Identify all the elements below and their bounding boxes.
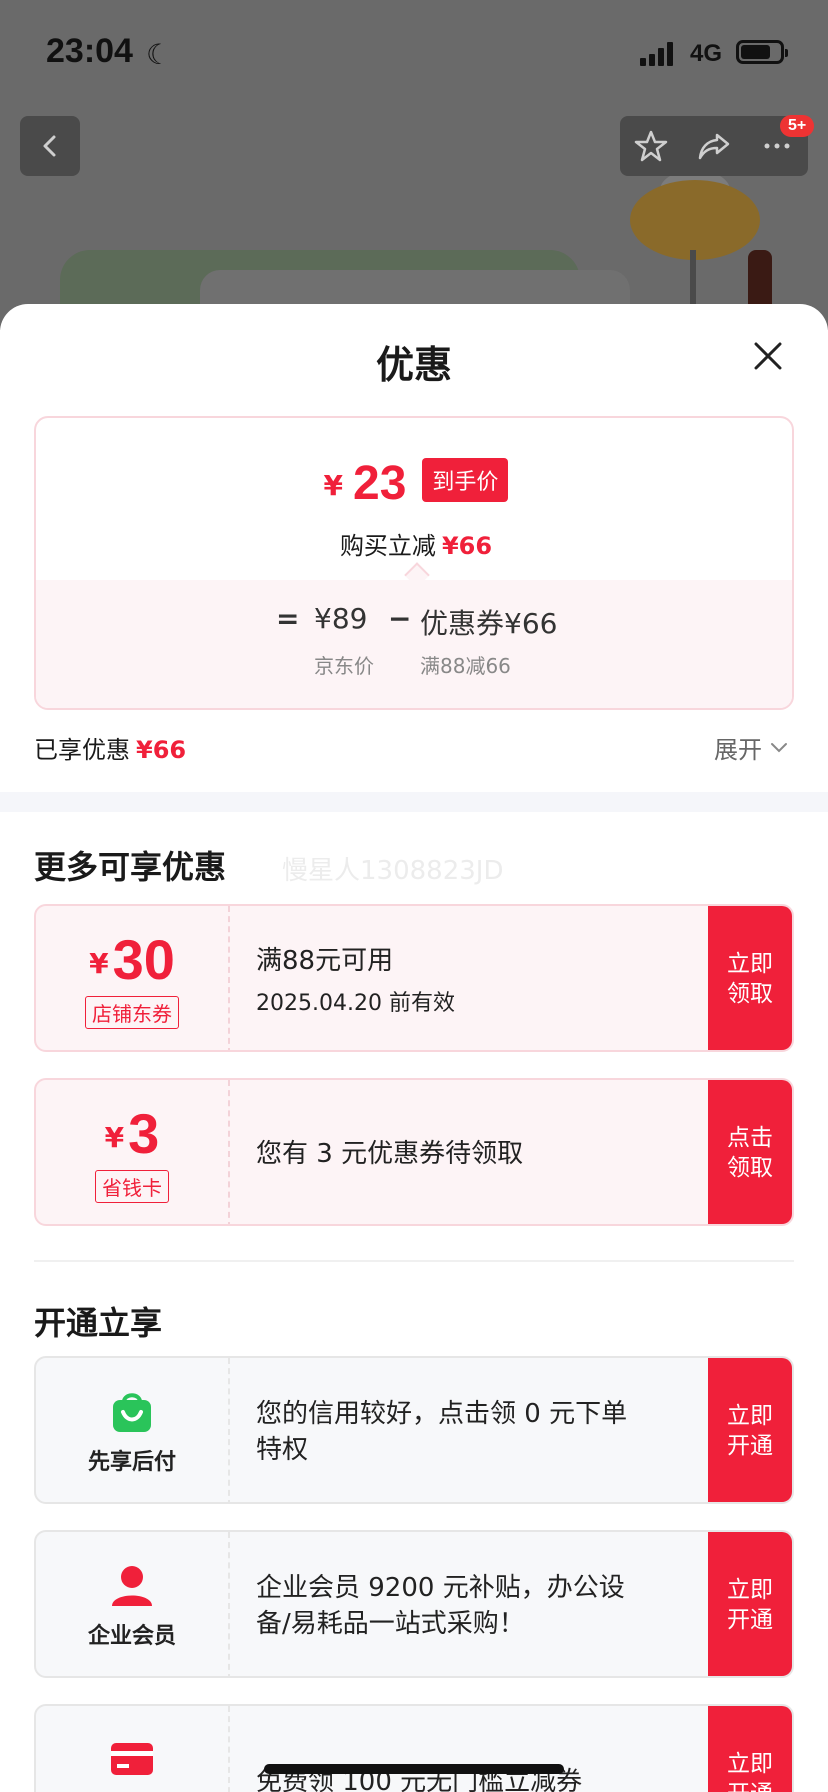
coupon-type: 店铺东券 [85, 995, 179, 1029]
discount-label: 购买立减 [339, 532, 436, 560]
coupon-message: 您有 3 元优惠券待领取 [256, 1138, 524, 1169]
card-icon [109, 1736, 155, 1782]
back-button[interactable] [20, 116, 80, 176]
discount-line: 购买立减 ¥66 [36, 526, 792, 561]
more-discounts-title: 更多可享优惠 [34, 848, 227, 886]
service-card-voucher: 免费领 100 元无门槛立减券 立即开通 [34, 1704, 794, 1792]
service-label: 企业会员 [87, 1624, 176, 1649]
coupon-currency: ¥ [89, 946, 109, 980]
final-price-tag: 到手价 [422, 458, 509, 502]
person-icon [109, 1562, 155, 1608]
coupon-expiry: 2025.04.20 前有效 [256, 991, 455, 1017]
expand-button[interactable]: 展开 [714, 730, 788, 765]
service-card-enterprise: 企业会员 企业会员 9200 元补贴，办公设备/易耗品一站式采购！ 立即开通 [34, 1530, 794, 1678]
battery-icon [736, 40, 788, 64]
claim-savings-button[interactable]: 点击领取 [708, 1080, 792, 1224]
price-summary-card: ¥23 到手价 购买立减 ¥66 = ¥89 − 优惠券¥66 京东价 满88减66 [34, 416, 794, 710]
claim-coupon-button[interactable]: 立即领取 [708, 906, 792, 1050]
coupon-type: 省钱卡 [95, 1169, 169, 1203]
share-button[interactable] [689, 121, 739, 171]
close-button[interactable] [748, 336, 788, 376]
signal-icon [640, 40, 673, 66]
network-type: 4G [690, 40, 723, 67]
final-price: ¥23 到手价 [36, 457, 792, 510]
product-lamp [630, 180, 760, 260]
coupon-deduction: 优惠券¥66 [420, 607, 558, 640]
enjoyed-amount: ¥66 [136, 736, 187, 764]
service-label: 先享后付 [87, 1450, 176, 1475]
discount-sheet: 优惠 ¥23 到手价 购买立减 ¥66 = ¥89 − 优惠券¥66 京东价 满88… [0, 304, 828, 1792]
coupon-value: 3 [128, 1101, 160, 1165]
notification-badge: 5+ [780, 115, 815, 137]
moon-icon: ☾ [146, 38, 172, 71]
open-benefits-title: 开通立享 [34, 1304, 163, 1342]
chevron-down-icon [771, 742, 787, 752]
service-card-pay-later: 先享后付 您的信用较好，点击领 0 元下单特权 立即开通 [34, 1356, 794, 1504]
sheet-title: 优惠 [375, 343, 452, 387]
coupon-condition: 满88元可用 [256, 945, 394, 976]
jd-price: ¥89 [314, 602, 368, 635]
service-description: 您的信用较好，点击领 0 元下单特权 [256, 1398, 628, 1465]
user-watermark: 慢星人1308823JD [282, 856, 504, 886]
divider-line [34, 1260, 794, 1262]
currency-symbol: ¥ [323, 469, 344, 502]
home-indicator [264, 1764, 564, 1774]
expand-label: 展开 [714, 736, 762, 764]
coupon-rule-label: 满88减66 [420, 654, 511, 678]
enjoyed-label: 已享优惠 [34, 736, 130, 764]
minus-sign: − [388, 602, 412, 635]
equals-sign: = [276, 602, 300, 635]
status-time: 23:04 [46, 32, 133, 70]
final-price-value: 23 [353, 457, 407, 510]
service-description: 企业会员 9200 元补贴，办公设备/易耗品一站式采购！ [256, 1572, 625, 1639]
discount-amount: ¥66 [441, 532, 493, 560]
coupon-currency: ¥ [104, 1120, 125, 1154]
coupon-value: 30 [112, 927, 175, 991]
close-icon [754, 342, 782, 370]
shopping-bag-icon [109, 1388, 155, 1434]
favorite-button[interactable] [626, 121, 676, 171]
jd-price-label: 京东价 [314, 654, 374, 678]
activate-pay-later-button[interactable]: 立即开通 [708, 1358, 792, 1502]
activate-voucher-button[interactable]: 立即开通 [708, 1706, 792, 1792]
activate-enterprise-button[interactable]: 立即开通 [708, 1532, 792, 1676]
status-bar: 23:04 ☾ 4G [0, 0, 828, 100]
star-icon [635, 130, 668, 162]
chevron-left-icon [43, 135, 56, 157]
share-icon [698, 133, 730, 160]
section-divider [0, 792, 828, 812]
coupon-card-savings: ¥3 省钱卡 您有 3 元优惠券待领取 点击领取 [34, 1078, 794, 1226]
coupon-card-shop: ¥30 店铺东券 满88元可用 2025.04.20 前有效 立即领取 [34, 904, 794, 1052]
enjoyed-discount: 已享优惠 ¥66 [34, 730, 186, 765]
